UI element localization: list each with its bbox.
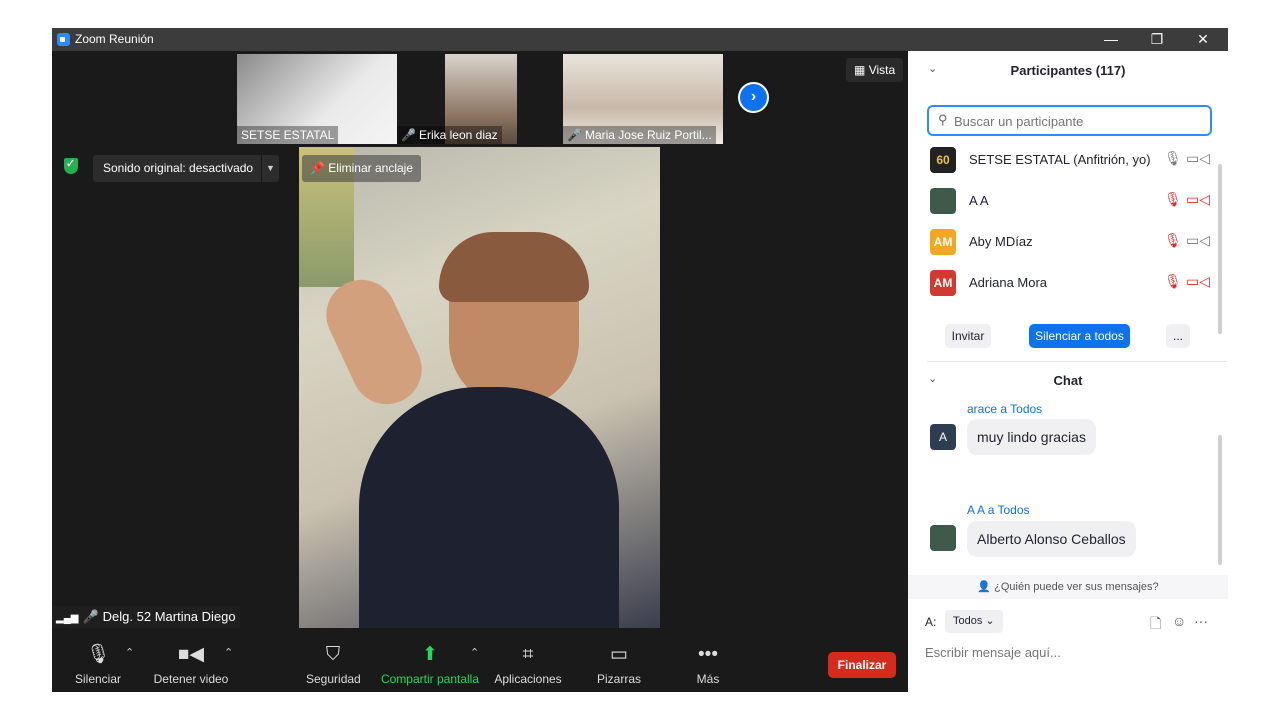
emoji-icon[interactable]: ☺	[1172, 613, 1186, 629]
avatar: AM	[930, 270, 956, 296]
avatar: 60	[930, 147, 956, 173]
original-sound-button[interactable]: Sonido original: desactivado	[93, 155, 264, 182]
participants-header: ⌄ Participantes (117)	[908, 55, 1228, 85]
view-button[interactable]: ▦ Vista	[846, 58, 904, 82]
thumbnail-name: 🎤 Erika leon diaz	[397, 126, 502, 144]
chat-message: Alberto Alonso Ceballos	[967, 521, 1136, 557]
camera-off-icon[interactable]: ▭◁	[1186, 273, 1210, 290]
thumbnail-erika[interactable]: 🎤 Erika leon diaz	[397, 54, 565, 144]
close-button[interactable]: ✕	[1180, 28, 1226, 51]
whiteboard-icon: ▭	[610, 644, 628, 665]
restore-button[interactable]: ❐	[1134, 28, 1180, 51]
active-speaker-label: ▂▄▆ 🎤 Delg. 52 Martina Diego	[52, 606, 240, 628]
search-icon: ⚲	[938, 112, 948, 127]
zoom-window: Zoom Reunión — ❐ ✕ SETSE ESTATAL 🎤 Erika …	[52, 28, 1228, 692]
recipient-select[interactable]: Todos ⌄	[945, 610, 1003, 633]
encryption-shield-icon	[64, 157, 78, 174]
more-dots-icon[interactable]: ···	[1194, 613, 1208, 629]
file-icon[interactable]: 🗋	[1150, 613, 1161, 637]
original-sound-dropdown[interactable]: ▼	[261, 155, 279, 182]
apps-icon: ⌗	[522, 644, 534, 665]
thumbnail-name: SETSE ESTATAL	[237, 126, 339, 144]
avatar: A	[930, 424, 956, 450]
who-can-see-link[interactable]: 👤 ¿Quién puede ver sus mensajes?	[908, 575, 1228, 599]
participants-scrollbar[interactable]	[1218, 164, 1222, 334]
chat-message: muy lindo gracias	[967, 419, 1096, 455]
more-button[interactable]: ••• Más	[692, 642, 724, 686]
chat-sender: arace a Todos	[967, 402, 1043, 416]
participant-row[interactable]: AM Adriana Mora 🎙 ▭◁	[930, 268, 1210, 298]
camera-icon[interactable]: ▭◁	[1186, 150, 1210, 167]
camera-off-icon[interactable]: ▭◁	[1186, 191, 1210, 208]
thumbnail-name: 🎤 Maria Jose Ruiz Portil...	[563, 126, 716, 144]
chat-header: ⌄ Chat	[908, 365, 1228, 395]
stop-video-button[interactable]: ■◀ Detener video	[152, 642, 230, 686]
meeting-toolbar: 🎙 Silenciar ⌃ ■◀ Detener video ⌃ ⛉ Segur…	[52, 634, 908, 692]
signal-strength-icon: ▂▄▆	[56, 613, 79, 624]
shield-icon: ⛉	[325, 644, 341, 665]
chevron-down-icon: ⌄	[985, 615, 995, 627]
participant-row[interactable]: A A 🎙 ▭◁	[930, 186, 1210, 216]
people-icon: 👤	[977, 581, 992, 593]
share-screen-icon: ⬆	[422, 644, 438, 665]
thumbnail-maria-jose[interactable]: 🎤 Maria Jose Ruiz Portil...	[563, 54, 723, 144]
chevron-right-icon: ›	[750, 88, 757, 105]
participants-title: Participantes (117)	[1010, 63, 1126, 78]
microphone-icon[interactable]: 🎙	[1164, 150, 1182, 167]
mute-button[interactable]: 🎙 Silenciar	[74, 642, 122, 686]
side-panel: ⌄ Participantes (117) ⚲ 60 SETSE ESTATAL…	[908, 51, 1228, 692]
mute-all-button[interactable]: Silenciar a todos	[1029, 324, 1130, 348]
video-options-caret[interactable]: ⌃	[224, 646, 233, 659]
camera-icon[interactable]: ▭◁	[1186, 232, 1210, 249]
grid-icon: ▦	[854, 63, 866, 77]
title-bar: Zoom Reunión — ❐ ✕	[52, 28, 1228, 51]
avatar	[930, 525, 956, 551]
minimize-button[interactable]: —	[1088, 28, 1134, 51]
chat-scrollbar[interactable]	[1218, 435, 1222, 565]
audio-options-caret[interactable]: ⌃	[125, 646, 134, 659]
mic-muted-icon: 🎤	[567, 128, 582, 142]
end-meeting-button[interactable]: Finalizar	[828, 652, 896, 678]
next-page-button[interactable]: ›	[738, 82, 769, 113]
mic-muted-icon[interactable]: 🎙	[1164, 273, 1182, 290]
recipient-label: A:	[925, 615, 937, 629]
mic-muted-icon[interactable]: 🎙	[1164, 232, 1182, 249]
more-dots-icon: •••	[698, 644, 718, 665]
mic-muted-icon: 🎤	[82, 609, 99, 624]
share-screen-button[interactable]: ⬆ Compartir pantalla	[380, 642, 480, 686]
chat-message-input[interactable]	[925, 641, 1215, 663]
window-title: Zoom Reunión	[75, 32, 154, 46]
pin-icon: 📌	[310, 161, 325, 175]
apps-button[interactable]: ⌗ Aplicaciones	[493, 642, 563, 686]
caret-down-icon: ▼	[266, 163, 275, 173]
participant-row[interactable]: AM Aby MDíaz 🎙 ▭◁	[930, 227, 1210, 257]
avatar	[930, 188, 956, 214]
chat-sender: A A a Todos	[967, 503, 1030, 517]
main-video	[299, 147, 660, 628]
camera-icon: ■◀	[177, 644, 205, 665]
invite-button[interactable]: Invitar	[945, 324, 991, 348]
mic-muted-icon: 🎤	[401, 128, 416, 142]
video-area: SETSE ESTATAL 🎤 Erika leon diaz 🎤 Maria Jo…	[52, 51, 908, 634]
divider	[927, 361, 1227, 362]
participant-search-input[interactable]	[954, 112, 1204, 130]
share-options-caret[interactable]: ⌃	[470, 646, 479, 659]
mic-muted-icon[interactable]: 🎙	[1164, 191, 1182, 208]
participant-row[interactable]: 60 SETSE ESTATAL (Anfitrión, yo) 🎙 ▭◁	[930, 145, 1210, 175]
avatar: AM	[930, 229, 956, 255]
unpin-button[interactable]: 📌 Eliminar anclaje	[302, 155, 421, 182]
participants-more-button[interactable]: ...	[1166, 324, 1190, 348]
chat-title: Chat	[1053, 373, 1083, 388]
whiteboards-button[interactable]: ▭ Pizarras	[594, 642, 644, 686]
zoom-app-icon	[57, 33, 70, 46]
participant-search[interactable]: ⚲	[927, 105, 1212, 136]
microphone-icon: 🎙	[85, 644, 111, 665]
security-button[interactable]: ⛉ Seguridad	[306, 642, 361, 686]
thumbnail-setse-estatal[interactable]: SETSE ESTATAL	[237, 54, 397, 144]
